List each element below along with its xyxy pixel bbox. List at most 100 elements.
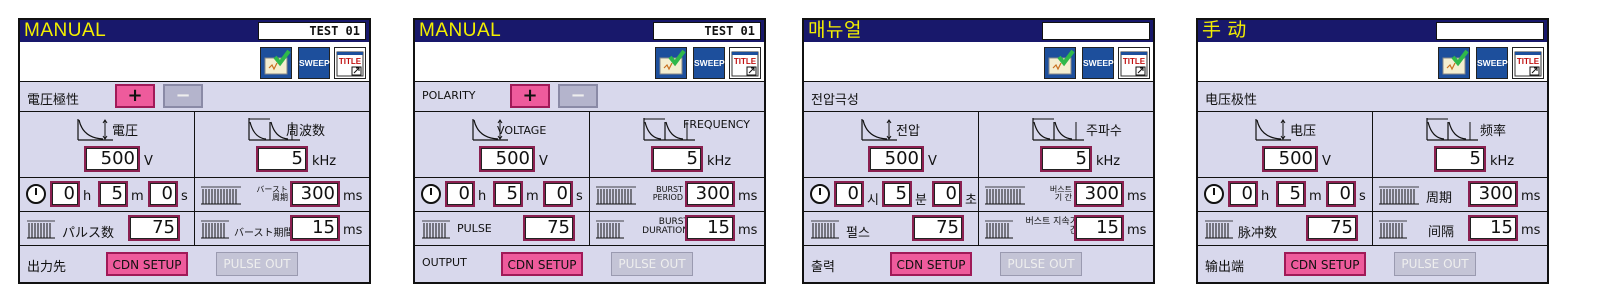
sweep-button[interactable]: SWEEP <box>1476 47 1508 79</box>
title-button[interactable]: TITLE <box>729 47 761 79</box>
pulse-count-input[interactable]: 75 <box>523 215 575 241</box>
burst-period-icon <box>201 186 241 205</box>
test-name-field[interactable] <box>1042 22 1150 40</box>
burst-period-label: 버스트 기 간 <box>1049 185 1072 202</box>
minutes-input[interactable]: 5 <box>493 181 523 207</box>
burst-period-icon <box>1379 186 1419 205</box>
voltage-label: 电压 <box>1290 124 1317 139</box>
burst-duration-input[interactable]: 15 <box>1074 215 1124 241</box>
divider <box>589 212 590 245</box>
seconds-input[interactable]: 0 <box>543 181 573 207</box>
output-row: OUTPUT CDN SETUP PULSE OUT <box>415 246 764 282</box>
voltage-input[interactable]: 500 <box>479 146 535 172</box>
seconds-input[interactable]: 0 <box>932 181 962 207</box>
frequency-label: 주파수 <box>1086 124 1122 139</box>
burst-duration-label: バースト期間 <box>234 228 294 239</box>
polarity-plus-button[interactable]: + <box>115 84 155 108</box>
seconds-unit: s <box>576 189 583 204</box>
title-button[interactable]: TITLE <box>1512 47 1544 79</box>
hours-input[interactable]: 0 <box>445 181 475 207</box>
voltage-frequency-row: 电压 500 V 频率 5 kHz <box>1198 112 1547 178</box>
frequency-input[interactable]: 5 <box>256 146 308 172</box>
divider <box>978 178 979 211</box>
test-name-field[interactable] <box>1436 22 1544 40</box>
voltage-unit: V <box>1322 154 1331 169</box>
voltage-input[interactable]: 500 <box>1262 146 1318 172</box>
hours-input[interactable]: 0 <box>50 181 80 207</box>
hours-input[interactable]: 0 <box>834 181 864 207</box>
burst-period-input[interactable]: 300 <box>1074 181 1124 207</box>
burst-duration-input[interactable]: 15 <box>685 215 735 241</box>
frequency-input[interactable]: 5 <box>1040 146 1092 172</box>
title-bar: MANUAL TEST 01 <box>415 20 764 42</box>
sweep-button[interactable]: SWEEP <box>1082 47 1114 79</box>
divider <box>194 112 195 177</box>
test-name-field[interactable]: TEST 01 <box>653 22 761 40</box>
title-button[interactable]: TITLE <box>334 47 366 79</box>
burst-period-input[interactable]: 300 <box>290 181 340 207</box>
pulse-count-icon <box>1205 220 1233 239</box>
pulse-row: PULSE 75 BURST DURATION 15 ms <box>415 212 764 246</box>
polarity-minus-button[interactable]: − <box>163 84 203 108</box>
seconds-input[interactable]: 0 <box>148 181 178 207</box>
voltage-label: 전압 <box>896 124 920 139</box>
cdn-setup-button[interactable]: CDN SETUP <box>501 252 583 276</box>
burst-duration-input[interactable]: 15 <box>1468 215 1518 241</box>
burst-duration-icon <box>201 220 229 239</box>
calibration-button[interactable] <box>1438 47 1470 79</box>
toolbar: SWEEP TITLE <box>20 42 369 82</box>
frequency-input[interactable]: 5 <box>651 146 703 172</box>
hours-input[interactable]: 0 <box>1228 181 1258 207</box>
burst-duration-input[interactable]: 15 <box>290 215 340 241</box>
minutes-input[interactable]: 5 <box>882 181 912 207</box>
title-icon: TITLE <box>1120 51 1148 77</box>
pulse-count-input[interactable]: 75 <box>128 215 180 241</box>
voltage-frequency-row: VOLTAGE 500 V FREQUENCY 5 kHz <box>415 112 764 178</box>
burst-period-input[interactable]: 300 <box>685 181 735 207</box>
pulse-count-input[interactable]: 75 <box>1306 215 1358 241</box>
cdn-setup-button[interactable]: CDN SETUP <box>890 252 972 276</box>
seconds-unit: 초 <box>965 193 977 208</box>
calibration-button[interactable] <box>1044 47 1076 79</box>
burst-duration-unit: ms <box>1127 223 1147 238</box>
voltage-unit: V <box>144 154 153 169</box>
minutes-input[interactable]: 5 <box>98 181 128 207</box>
pulse-out-button[interactable]: PULSE OUT <box>216 252 298 276</box>
voltage-frequency-row: 전압 500 V 주파수 5 kHz <box>804 112 1153 178</box>
output-row: 输出端 CDN SETUP PULSE OUT <box>1198 246 1547 282</box>
burst-period-icon <box>596 186 636 205</box>
polarity-plus-button[interactable]: + <box>510 84 550 108</box>
seconds-input[interactable]: 0 <box>1326 181 1356 207</box>
sweep-icon: SWEEP <box>299 58 330 68</box>
calibration-button[interactable] <box>655 47 687 79</box>
frequency-input[interactable]: 5 <box>1434 146 1486 172</box>
cdn-setup-button[interactable]: CDN SETUP <box>106 252 188 276</box>
pulse-label: パルス数 <box>62 226 115 241</box>
divider <box>194 178 195 211</box>
sweep-icon: SWEEP <box>1477 58 1508 68</box>
pulse-out-button[interactable]: PULSE OUT <box>1394 252 1476 276</box>
mode-title: MANUAL <box>24 20 107 41</box>
toolbar: SWEEP TITLE <box>1198 42 1547 82</box>
calibration-button[interactable] <box>260 47 292 79</box>
burst-period-input[interactable]: 300 <box>1468 181 1518 207</box>
pulse-out-button[interactable]: PULSE OUT <box>611 252 693 276</box>
polarity-minus-button[interactable]: − <box>558 84 598 108</box>
sweep-button[interactable]: SWEEP <box>693 47 725 79</box>
voltage-input[interactable]: 500 <box>868 146 924 172</box>
seconds-unit: s <box>181 189 188 204</box>
cdn-setup-button[interactable]: CDN SETUP <box>1284 252 1366 276</box>
burst-duration-icon <box>596 220 624 239</box>
pulse-count-input[interactable]: 75 <box>912 215 964 241</box>
minutes-input[interactable]: 5 <box>1276 181 1306 207</box>
sweep-button[interactable]: SWEEP <box>298 47 330 79</box>
voltage-input[interactable]: 500 <box>84 146 140 172</box>
pulse-out-button[interactable]: PULSE OUT <box>1000 252 1082 276</box>
pulse-row: 펄스 75 버스트 지속기간 15 ms <box>804 212 1153 246</box>
burst-period-label: バースト 周期 <box>256 185 288 202</box>
divider <box>1372 178 1373 211</box>
title-button[interactable]: TITLE <box>1118 47 1150 79</box>
manual-panel-4: 手 动 SWEEP TITLE 电压极性 电压 500 V 频率 5 kHz 0… <box>1196 18 1549 284</box>
test-name-field[interactable]: TEST 01 <box>258 22 366 40</box>
polarity-row: 電圧極性 + − <box>20 82 369 112</box>
